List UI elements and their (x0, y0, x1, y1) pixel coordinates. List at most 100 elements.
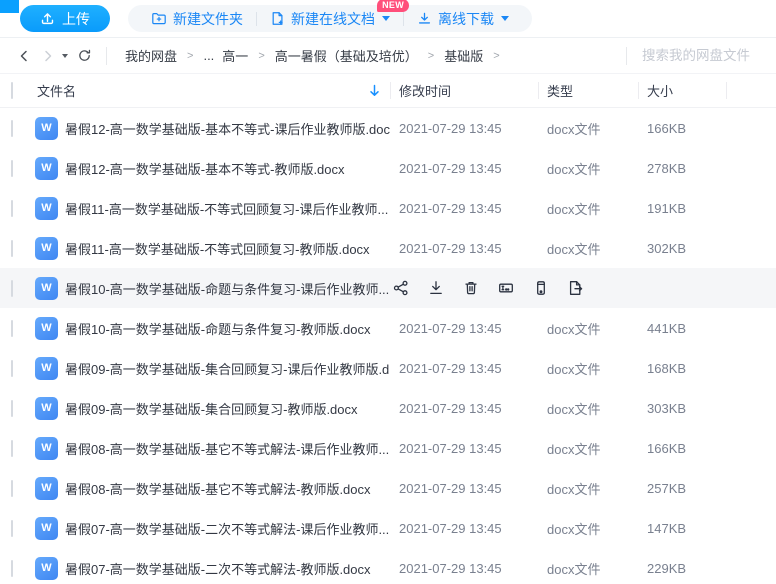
row-checkbox[interactable] (11, 280, 13, 297)
file-name[interactable]: 暑假09-高一数学基础版-集合回顾复习-教师版.docx (65, 399, 390, 418)
delete-icon[interactable] (462, 279, 480, 297)
file-size: 303KB (638, 401, 726, 416)
file-modified-time: 2021-07-29 13:45 (390, 481, 538, 496)
word-file-icon: W (35, 317, 58, 340)
file-row[interactable]: W 暑假12-高一数学基础版-基本不等式-课后作业教师版.docx 2021-0… (0, 108, 776, 148)
export-icon[interactable] (567, 279, 585, 297)
forward-button[interactable] (36, 44, 60, 68)
breadcrumb-separator: > (428, 50, 434, 62)
new-folder-button[interactable]: 新建文件夹 (138, 9, 256, 29)
file-type: docx文件 (538, 319, 638, 338)
file-size: 168KB (638, 361, 726, 376)
file-type: docx文件 (538, 239, 638, 258)
column-header-size: 大小 (638, 74, 726, 107)
file-type: docx文件 (538, 359, 638, 378)
file-size: 147KB (638, 521, 726, 536)
row-checkbox[interactable] (11, 320, 13, 337)
breadcrumb-item[interactable]: 高一暑假（基础及培优） (275, 46, 418, 65)
chevron-down-icon (382, 16, 390, 21)
file-type: docx文件 (538, 439, 638, 458)
column-header-type: 类型 (538, 74, 638, 107)
upload-button[interactable]: 上传 (20, 5, 110, 32)
file-name[interactable]: 暑假09-高一数学基础版-集合回顾复习-课后作业教师版.d... (65, 359, 390, 378)
breadcrumb-item[interactable]: 我的网盘 (125, 46, 177, 65)
file-name[interactable]: 暑假12-高一数学基础版-基本不等式-教师版.docx (65, 159, 390, 178)
offline-download-icon (417, 11, 432, 26)
history-dropdown-icon[interactable] (62, 54, 68, 58)
file-size: 278KB (638, 161, 726, 176)
file-name[interactable]: 暑假10-高一数学基础版-命题与条件复习-教师版.docx (65, 319, 390, 338)
row-checkbox[interactable] (11, 400, 13, 417)
file-name[interactable]: 暑假11-高一数学基础版-不等式回顾复习-教师版.docx (65, 239, 390, 258)
file-size: 191KB (638, 201, 726, 216)
file-row[interactable]: W 暑假12-高一数学基础版-基本不等式-教师版.docx 2021-07-29… (0, 148, 776, 188)
upload-icon (40, 11, 55, 26)
phone-icon[interactable] (532, 279, 550, 297)
file-row[interactable]: W 暑假11-高一数学基础版-不等式回顾复习-课后作业教师... 2021-07… (0, 188, 776, 228)
top-left-accent (0, 0, 19, 13)
download-icon[interactable] (427, 279, 445, 297)
row-checkbox[interactable] (11, 240, 13, 257)
select-all-checkbox[interactable] (11, 82, 13, 99)
file-modified-time: 2021-07-29 13:45 (390, 321, 538, 336)
file-type: docx文件 (538, 519, 638, 538)
file-size: 166KB (638, 121, 726, 136)
file-modified-time: 2021-07-29 13:45 (390, 201, 538, 216)
new-folder-icon (151, 11, 167, 26)
file-size: 166KB (638, 441, 726, 456)
row-checkbox[interactable] (11, 200, 13, 217)
file-size: 257KB (638, 481, 726, 496)
row-action-bar (392, 268, 585, 308)
breadcrumb-item[interactable]: ... (203, 48, 214, 63)
row-checkbox[interactable] (11, 120, 13, 137)
file-row[interactable]: W 暑假07-高一数学基础版-二次不等式解法-教师版.docx 2021-07-… (0, 548, 776, 584)
file-row[interactable]: W 暑假09-高一数学基础版-集合回顾复习-教师版.docx 2021-07-2… (0, 388, 776, 428)
column-header-name[interactable]: 文件名 (37, 81, 390, 100)
file-row[interactable]: W 暑假08-高一数学基础版-基它不等式解法-教师版.docx 2021-07-… (0, 468, 776, 508)
file-modified-time: 2021-07-29 13:45 (390, 441, 538, 456)
new-online-doc-button[interactable]: 新建在线文档 NEW (257, 9, 403, 29)
file-modified-time: 2021-07-29 13:45 (390, 361, 538, 376)
offline-download-button[interactable]: 离线下载 (404, 9, 522, 29)
file-list: W 暑假12-高一数学基础版-基本不等式-课后作业教师版.docx 2021-0… (0, 108, 776, 584)
upload-label: 上传 (62, 9, 90, 29)
file-name[interactable]: 暑假08-高一数学基础版-基它不等式解法-课后作业教师... (65, 439, 390, 458)
row-checkbox[interactable] (11, 440, 13, 457)
word-file-icon: W (35, 237, 58, 260)
back-button[interactable] (12, 44, 36, 68)
new-folder-label: 新建文件夹 (173, 9, 243, 29)
word-file-icon: W (35, 437, 58, 460)
file-row[interactable]: W 暑假08-高一数学基础版-基它不等式解法-课后作业教师... 2021-07… (0, 428, 776, 468)
file-row[interactable]: W 暑假07-高一数学基础版-二次不等式解法-课后作业教师... 2021-07… (0, 508, 776, 548)
file-name[interactable]: 暑假08-高一数学基础版-基它不等式解法-教师版.docx (65, 479, 390, 498)
sort-desc-icon[interactable] (369, 84, 380, 97)
row-checkbox[interactable] (11, 160, 13, 177)
share-icon[interactable] (392, 279, 410, 297)
row-checkbox[interactable] (11, 360, 13, 377)
file-modified-time: 2021-07-29 13:45 (390, 521, 538, 536)
word-file-icon: W (35, 277, 58, 300)
search-input[interactable] (642, 48, 768, 63)
row-checkbox[interactable] (11, 520, 13, 537)
file-name[interactable]: 暑假10-高一数学基础版-命题与条件复习-课后作业教师... (65, 279, 390, 298)
breadcrumb-item[interactable]: 基础版 (444, 46, 483, 65)
file-name[interactable]: 暑假12-高一数学基础版-基本不等式-课后作业教师版.docx (65, 119, 390, 138)
row-checkbox[interactable] (11, 560, 13, 577)
file-row[interactable]: W 暑假10-高一数学基础版-命题与条件复习-教师版.docx 2021-07-… (0, 308, 776, 348)
refresh-button[interactable] (72, 44, 96, 68)
word-file-icon: W (35, 197, 58, 220)
divider (626, 47, 627, 65)
file-modified-time: 2021-07-29 13:45 (390, 241, 538, 256)
file-name[interactable]: 暑假07-高一数学基础版-二次不等式解法-教师版.docx (65, 559, 390, 578)
breadcrumb-item[interactable]: 高一 (222, 46, 248, 65)
rename-icon[interactable] (497, 279, 515, 297)
file-name[interactable]: 暑假11-高一数学基础版-不等式回顾复习-课后作业教师... (65, 199, 390, 218)
navigation-bar: 我的网盘>...高一>高一暑假（基础及培优）>基础版> (0, 38, 776, 74)
file-row[interactable]: W 暑假10-高一数学基础版-命题与条件复习-课后作业教师... (0, 268, 776, 308)
file-modified-time: 2021-07-29 13:45 (390, 161, 538, 176)
file-row[interactable]: W 暑假11-高一数学基础版-不等式回顾复习-教师版.docx 2021-07-… (0, 228, 776, 268)
new-doc-icon (270, 11, 285, 26)
row-checkbox[interactable] (11, 480, 13, 497)
file-name[interactable]: 暑假07-高一数学基础版-二次不等式解法-课后作业教师... (65, 519, 390, 538)
file-row[interactable]: W 暑假09-高一数学基础版-集合回顾复习-课后作业教师版.d... 2021-… (0, 348, 776, 388)
